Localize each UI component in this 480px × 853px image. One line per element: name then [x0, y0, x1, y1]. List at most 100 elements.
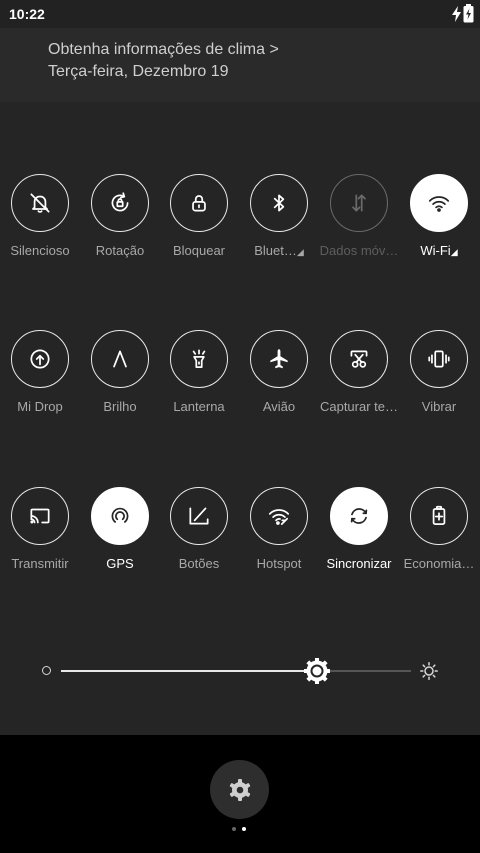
status-time: 10:22	[9, 6, 45, 22]
rotation-lock-icon	[111, 192, 129, 212]
tile-cast-label: Transmitir	[0, 556, 80, 571]
status-bar: 10:22	[0, 0, 480, 28]
tile-lock[interactable]: Bloquear	[159, 174, 239, 274]
quick-settings-panel: Silencioso Rotação Bloquear Bluet…◢ Dados mó…	[0, 102, 480, 735]
tile-hotspot[interactable]: Hotspot	[239, 487, 319, 587]
brightness-low-icon	[42, 666, 51, 675]
tile-gps-button[interactable]	[91, 487, 149, 545]
tile-label-text: Rotação	[95, 243, 145, 258]
hotspot-icon	[268, 509, 290, 525]
tile-label-text: Capturar te…	[319, 399, 399, 414]
date-label: Terça-feira, Dezembro 19	[48, 63, 229, 80]
tile-auto-brightness-label: Brilho	[80, 399, 160, 414]
tile-bell-off-button[interactable]	[11, 174, 69, 232]
tile-auto-brightness-button[interactable]	[91, 330, 149, 388]
tile-auto-brightness[interactable]: Brilho	[80, 330, 160, 430]
tile-wifi[interactable]: Wi-Fi◢	[399, 174, 479, 274]
tile-vibrate[interactable]: Vibrar	[399, 330, 479, 430]
vibrate-icon	[428, 350, 450, 368]
tile-battery-saver[interactable]: Economia…	[399, 487, 479, 587]
sync-icon	[350, 508, 368, 524]
tile-flashlight-label: Lanterna	[159, 399, 239, 414]
page-dot	[232, 827, 236, 831]
wifi-icon	[428, 196, 450, 212]
tile-battery-saver-label: Economia…	[399, 556, 479, 571]
bell-off-icon	[30, 193, 50, 213]
tile-label-text: Lanterna	[173, 399, 225, 414]
page-indicator	[232, 827, 246, 831]
tile-sync-button[interactable]	[330, 487, 388, 545]
tile-wifi-button[interactable]	[410, 174, 468, 232]
tile-label-text: GPS	[106, 556, 134, 571]
airplane-icon	[270, 349, 288, 369]
tile-bluetooth-button[interactable]	[250, 174, 308, 232]
page-dot	[242, 827, 246, 831]
tile-airplane-label: Avião	[239, 399, 319, 414]
tile-mobile-data[interactable]: Dados móv…	[319, 174, 399, 274]
brightness-slider-thumb[interactable]	[303, 658, 330, 684]
brightness-fill	[61, 670, 317, 672]
auto-brightness-icon	[113, 350, 127, 368]
tile-rotation-lock-label: Rotação	[80, 243, 160, 258]
tile-label-text: Transmitir	[11, 556, 69, 571]
tile-label-text: Brilho	[103, 399, 137, 414]
tile-vibrate-button[interactable]	[410, 330, 468, 388]
settings-button[interactable]	[210, 760, 269, 819]
gear-icon	[229, 778, 250, 801]
tile-gps[interactable]: GPS	[80, 487, 160, 587]
tile-rotation-lock-button[interactable]	[91, 174, 149, 232]
tile-rotation-lock[interactable]: Rotação	[80, 174, 160, 274]
tile-hotspot-button[interactable]	[250, 487, 308, 545]
flashlight-icon	[192, 349, 206, 368]
tile-mi-drop[interactable]: Mi Drop	[0, 330, 80, 430]
tile-buttons-button[interactable]	[170, 487, 228, 545]
screenshot-icon	[350, 350, 368, 368]
tile-label-text: Bloquear	[172, 243, 226, 258]
tile-cast-button[interactable]	[11, 487, 69, 545]
tile-label-text: Silencioso	[10, 243, 70, 258]
tile-mobile-data-label: Dados móv…	[319, 243, 399, 258]
tile-buttons-label: Botões	[159, 556, 239, 571]
buttons-icon	[189, 507, 209, 525]
battery-icon	[463, 4, 474, 23]
tile-sync[interactable]: Sincronizar	[319, 487, 399, 587]
tile-cast[interactable]: Transmitir	[0, 487, 80, 587]
tile-screenshot-label: Capturar te…	[319, 399, 399, 414]
tile-flashlight[interactable]: Lanterna	[159, 330, 239, 430]
tile-bluetooth[interactable]: Bluet…◢	[239, 174, 319, 274]
gps-icon	[111, 507, 129, 525]
menu-triangle-icon[interactable]: ◢	[297, 247, 304, 257]
tile-mobile-data-button[interactable]	[330, 174, 388, 232]
tile-screenshot[interactable]: Capturar te…	[319, 330, 399, 430]
tile-lock-label: Bloquear	[159, 243, 239, 258]
tile-label-text: Dados móv…	[319, 243, 399, 258]
tile-bell-off[interactable]: Silencioso	[0, 174, 80, 274]
tile-vibrate-label: Vibrar	[399, 399, 479, 414]
tile-label-text: Hotspot	[256, 556, 302, 571]
tile-wifi-label: Wi-Fi◢	[399, 243, 479, 258]
weather-info-link[interactable]: Obtenha informações de clima >	[48, 41, 279, 59]
tile-battery-saver-button[interactable]	[410, 487, 468, 545]
notification-header: Obtenha informações de clima > Terça-fei…	[0, 28, 480, 102]
tile-hotspot-label: Hotspot	[239, 556, 319, 571]
tile-mi-drop-button[interactable]	[11, 330, 69, 388]
tile-label-text: Sincronizar	[326, 556, 392, 571]
tile-label-text: Wi-Fi	[420, 243, 451, 258]
tile-mi-drop-label: Mi Drop	[0, 399, 80, 414]
tile-airplane-button[interactable]	[250, 330, 308, 388]
tile-screenshot-button[interactable]	[330, 330, 388, 388]
tile-label-text: Mi Drop	[17, 399, 63, 414]
tile-label-text: Economia…	[403, 556, 475, 571]
tile-label-text: Vibrar	[421, 399, 457, 414]
tile-buttons[interactable]: Botões	[159, 487, 239, 587]
bottom-bar	[0, 735, 480, 853]
tile-flashlight-button[interactable]	[170, 330, 228, 388]
tile-lock-button[interactable]	[170, 174, 228, 232]
tile-gps-label: GPS	[80, 556, 160, 571]
tile-airplane[interactable]: Avião	[239, 330, 319, 430]
brightness-control	[36, 655, 446, 687]
menu-triangle-icon[interactable]: ◢	[451, 247, 458, 257]
tile-label-text: Bluet…	[254, 243, 297, 258]
charging-bolt-icon	[452, 5, 461, 22]
cast-icon	[30, 508, 50, 524]
